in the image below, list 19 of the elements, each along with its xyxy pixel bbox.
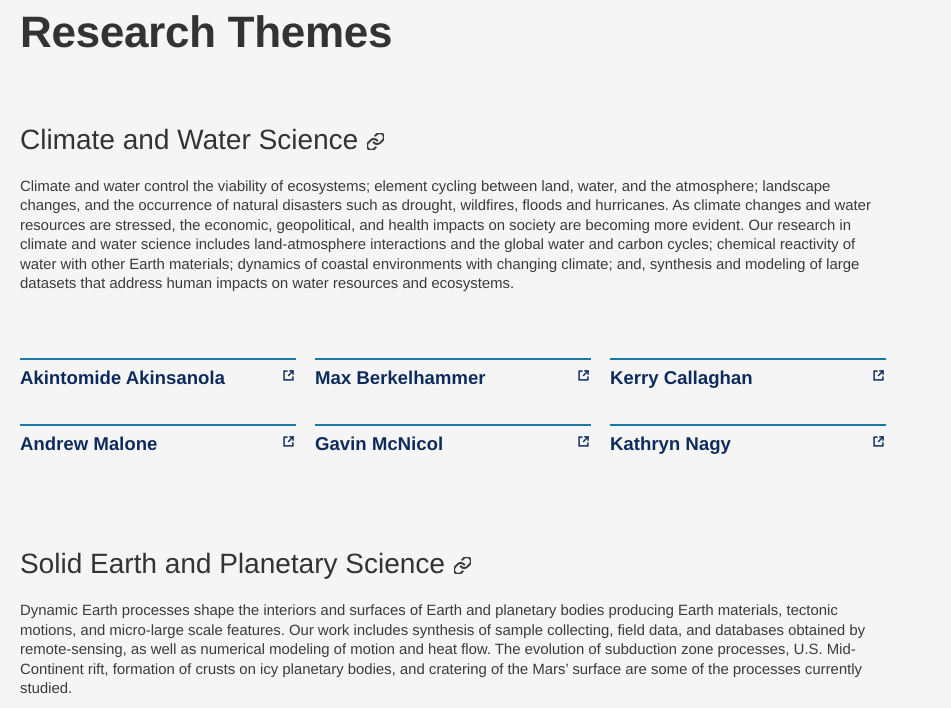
external-link-icon — [283, 370, 294, 382]
external-link-icon — [578, 370, 589, 382]
link-icon[interactable] — [367, 133, 384, 150]
external-link-icon — [873, 370, 884, 382]
section-description: Dynamic Earth processes shape the interiors and surfaces of Earth and planetary bodies producing Earth materials, tectonic motions, and micro-large scale features. Our work includes synthesis of sample collecting, field data, and databases obtained by remote-sensing, as well as numerical modeling of motion and heat flow. The evolution of subduction zone processes, U.S. Mid-Continent rift, formation of crusts on icy planetary bodies, and cratering of the Mars’ surface are some of the processes currently studied. — [20, 602, 866, 700]
section-heading: Climate and Water Science — [20, 123, 358, 157]
page-title: Research Themes — [20, 7, 392, 59]
external-link-icon — [578, 436, 589, 448]
section-description: Climate and water control the viability of ecosystems; element cycling between land, water, and the atmosphere; landscape changes, and the occurrence of natural disasters such as drought, wildfires, floods and hurricanes. As climate changes and water resources are stressed, the economic, geopolitical, and health impacts on society are becoming more evident. Our research in climate and water science includes land-atmosphere interactions and the global water and carbon cycles; chemical reactivity of water with other Earth materials; dynamics of coastal environments with changing climate; and, synthesis and modeling of large datasets that address human impacts on water resources and ecosystems. — [20, 178, 872, 294]
person-link[interactable]: Kathryn Nagy — [610, 424, 886, 458]
person-link[interactable]: Kerry Callaghan — [610, 358, 886, 392]
external-link-icon — [873, 436, 884, 448]
external-link-icon — [283, 436, 294, 448]
person-link[interactable]: Akintomide Akinsanola — [20, 358, 296, 392]
link-icon[interactable] — [454, 557, 471, 574]
person-link[interactable]: Gavin McNicol — [315, 424, 591, 458]
person-link[interactable]: Max Berkelhammer — [315, 358, 591, 392]
person-link[interactable]: Andrew Malone — [20, 424, 296, 458]
section-heading: Solid Earth and Planetary Science — [20, 547, 445, 582]
